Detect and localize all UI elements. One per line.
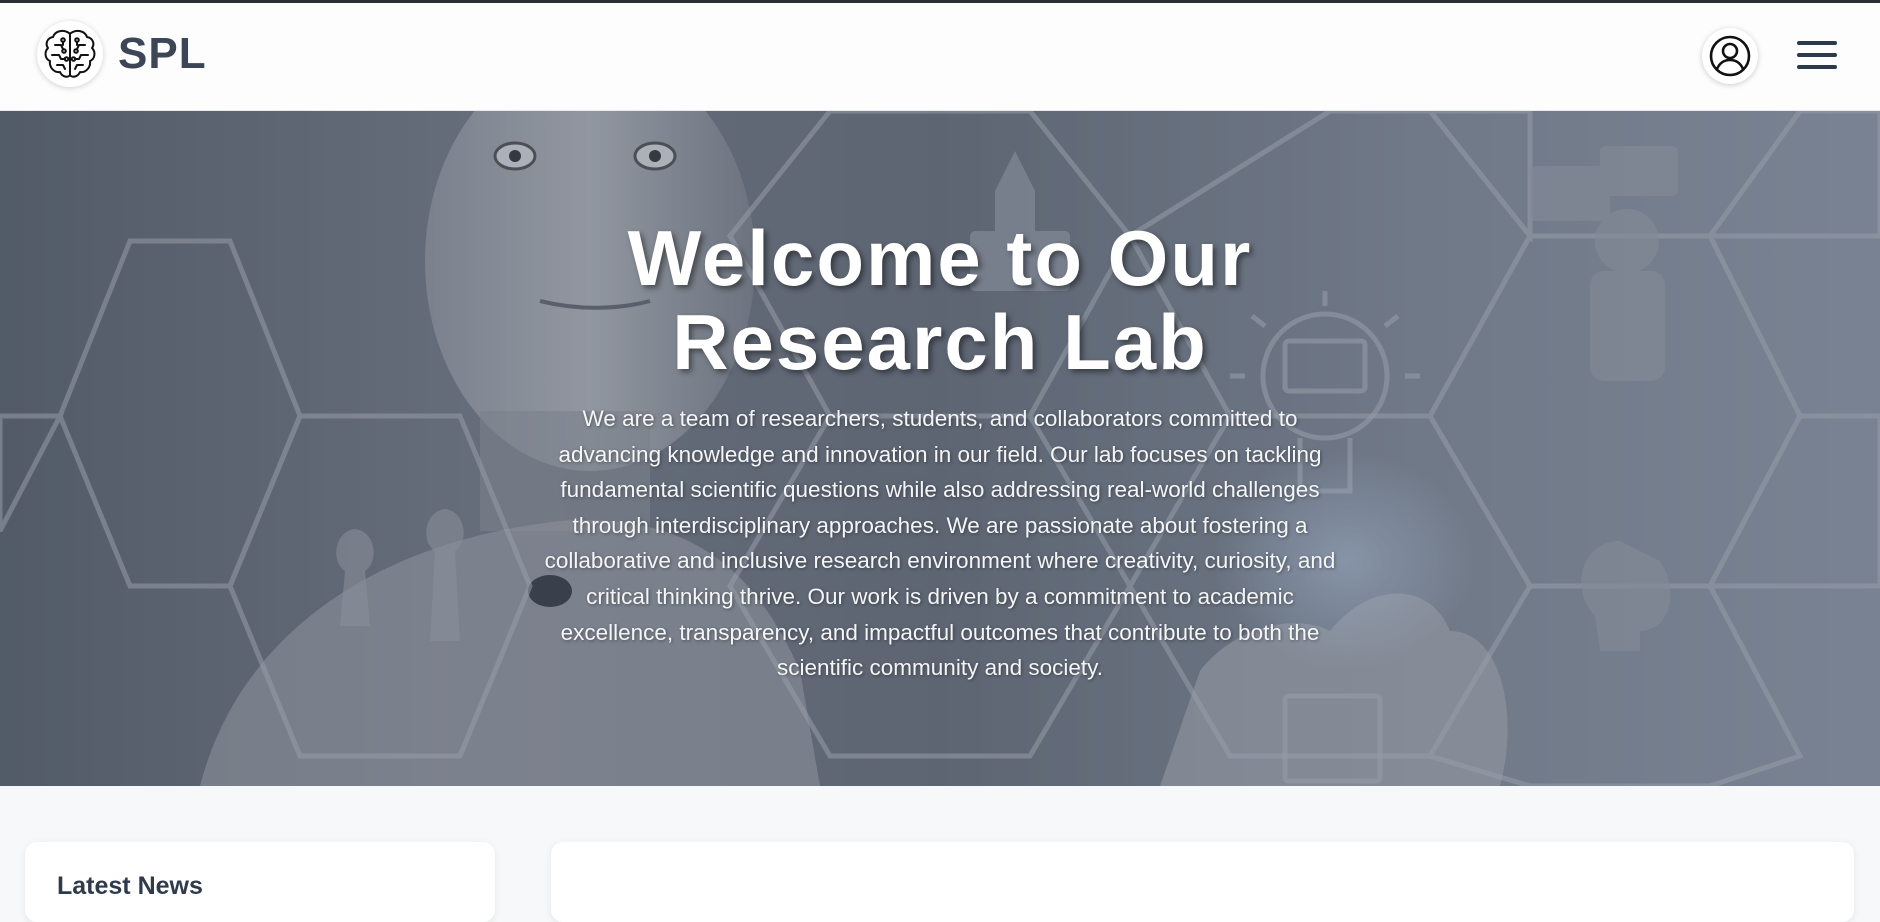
- latest-news-title: Latest News: [57, 872, 203, 900]
- brand-name: SPL: [118, 29, 207, 78]
- menu-line: [1797, 65, 1837, 69]
- hero-banner: Welcome to Our Research Lab We are a tea…: [0, 111, 1880, 786]
- profile-button[interactable]: [1702, 28, 1758, 84]
- brand-link[interactable]: SPL: [37, 21, 207, 87]
- hero-title: Welcome to Our Research Lab: [440, 216, 1440, 384]
- navbar: SPL: [0, 3, 1880, 111]
- main-content-card: [551, 842, 1854, 922]
- menu-line: [1797, 53, 1837, 57]
- hamburger-menu-button[interactable]: [1797, 41, 1839, 73]
- brain-icon: [37, 21, 103, 87]
- hero-title-line1: Welcome to Our: [627, 214, 1253, 302]
- user-circle-icon: [1709, 35, 1751, 77]
- latest-news-card: Latest News: [25, 842, 495, 922]
- menu-line: [1797, 41, 1837, 45]
- hero-description: We are a team of researchers, students, …: [544, 406, 1336, 681]
- hero-title-line2: Research Lab: [672, 298, 1208, 386]
